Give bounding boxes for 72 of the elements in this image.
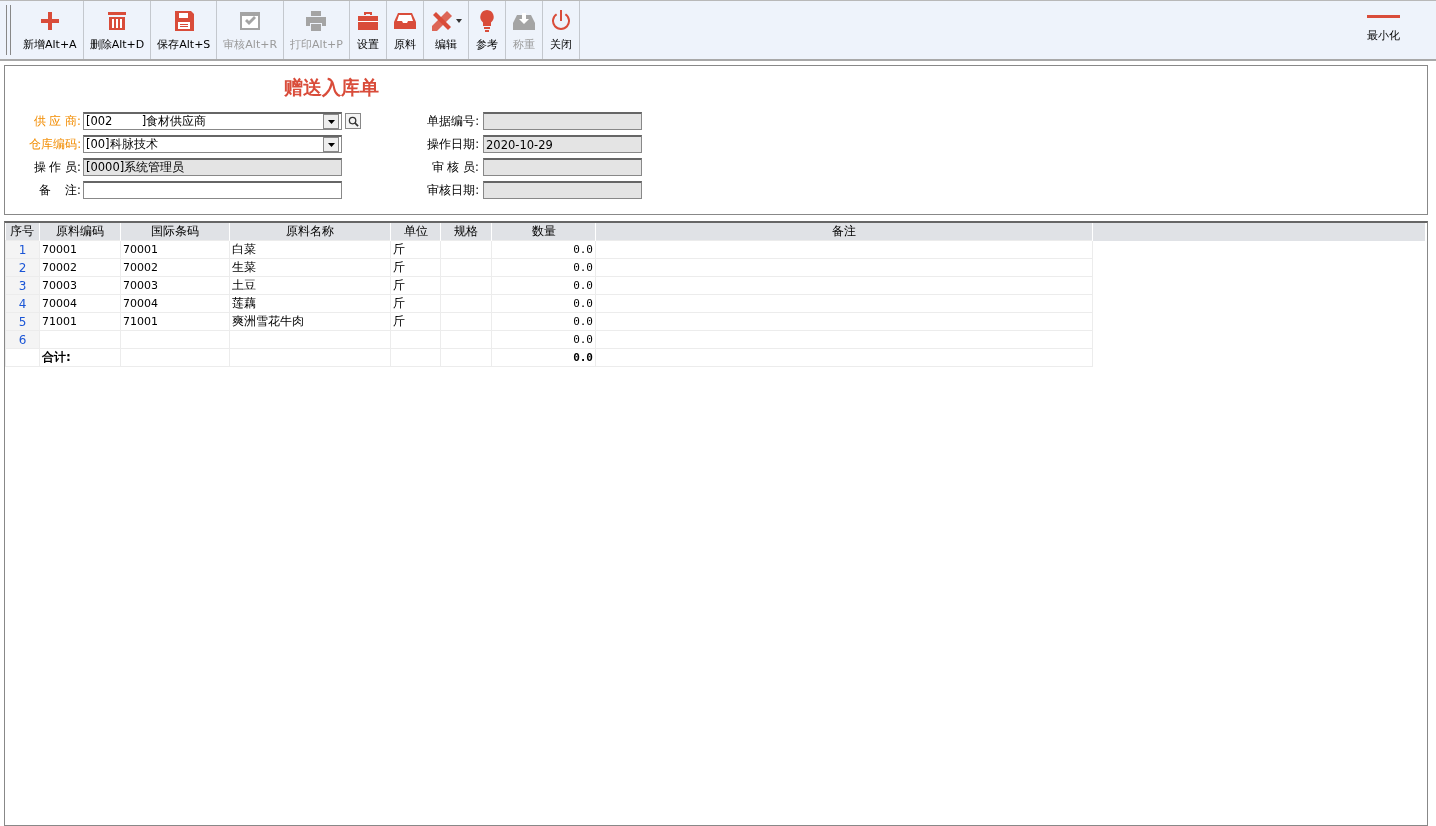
input-field[interactable]: 2020-10-29: [483, 135, 642, 153]
minimize-button[interactable]: 最小化: [1351, 1, 1416, 59]
table-cell: 71001: [39, 312, 121, 331]
table-cell: 斤: [390, 258, 441, 277]
dropdown-arrow-icon: [327, 119, 335, 124]
table-cell: 71001: [120, 312, 230, 331]
column-header: 国际条码: [120, 223, 230, 241]
toolbar-button[interactable]: 删除Alt+D: [83, 1, 152, 59]
table-cell: 70001: [120, 240, 230, 259]
field-label: 审核日期:: [426, 182, 479, 198]
input-field[interactable]: [83, 181, 342, 199]
field-label: 审 核 员:: [430, 159, 479, 175]
table-cell: 白菜: [229, 240, 391, 259]
table-cell: 斤: [390, 312, 441, 331]
table-cell: 0.0: [491, 330, 596, 349]
combo-box[interactable]: [002 ]食材供应商: [83, 112, 342, 130]
toolbar-button[interactable]: 参考: [468, 1, 506, 59]
search-button[interactable]: [345, 113, 361, 129]
search-icon: [347, 115, 359, 127]
table-cell: 70002: [120, 258, 230, 277]
table-cell: 70004: [120, 294, 230, 313]
total-label: 合计:: [39, 348, 121, 367]
table-cell: 斤: [390, 294, 441, 313]
pencil-ruler-icon: [429, 9, 454, 33]
input-field[interactable]: [483, 112, 642, 130]
table-cell: 70001: [39, 240, 121, 259]
column-header: 原料名称: [229, 223, 391, 241]
input-field[interactable]: [0000]系统管理员: [83, 158, 342, 176]
toolbox-icon: [355, 9, 380, 33]
table-cell: 斤: [390, 240, 441, 259]
table-cell: 70002: [39, 258, 121, 277]
field-label: 操作日期:: [426, 136, 479, 152]
table-cell: 莲藕: [229, 294, 391, 313]
toolbar-button[interactable]: 保存Alt+S: [151, 1, 218, 59]
printer-icon: [304, 9, 329, 33]
combo-box[interactable]: [00]科脉技术: [83, 135, 342, 153]
field-label: 供 应 商:: [32, 113, 81, 129]
table-cell: 生菜: [229, 258, 391, 277]
table-cell: 0.0: [491, 258, 596, 277]
field-label: 单据编号:: [426, 113, 479, 129]
toolbar-button[interactable]: 关闭: [542, 1, 580, 59]
table-cell: 0.0: [491, 312, 596, 331]
toolbar-button[interactable]: 编辑: [423, 1, 469, 59]
table-cell: 0.0: [491, 240, 596, 259]
input-field[interactable]: [483, 158, 642, 176]
toolbar-button[interactable]: 设置: [349, 1, 387, 59]
input-field[interactable]: [483, 181, 642, 199]
table-cell: 70003: [120, 276, 230, 295]
column-header: 原料编码: [39, 223, 121, 241]
minimize-icon: [1367, 15, 1400, 18]
field-label: 仓库编码:: [28, 136, 81, 152]
table-cell: 70003: [39, 276, 121, 295]
dropdown-arrow-icon: [327, 142, 335, 147]
table-cell: 爽洲雪花牛肉: [229, 312, 391, 331]
column-header: 单位: [390, 223, 441, 241]
column-header: 备注: [595, 223, 1093, 241]
total-quantity: 0.0: [491, 348, 596, 367]
table-cell: 土豆: [229, 276, 391, 295]
table-cell: 0.0: [491, 294, 596, 313]
toolbar-button[interactable]: 原料: [386, 1, 424, 59]
column-header: 序号: [5, 223, 40, 241]
column-header: 规格: [440, 223, 492, 241]
table-cell: 0.0: [491, 276, 596, 295]
column-header: 数量: [491, 223, 596, 241]
table-cell: 70004: [39, 294, 121, 313]
toolbar-button[interactable]: 新增Alt+A: [17, 1, 84, 59]
form-title: 赠送入库单: [283, 75, 380, 100]
row-number: 1: [5, 240, 40, 259]
field-label: 备 注:: [37, 182, 81, 198]
field-label: 操 作 员:: [32, 159, 81, 175]
table-cell: 斤: [390, 276, 441, 295]
check-window-icon: [238, 9, 263, 33]
